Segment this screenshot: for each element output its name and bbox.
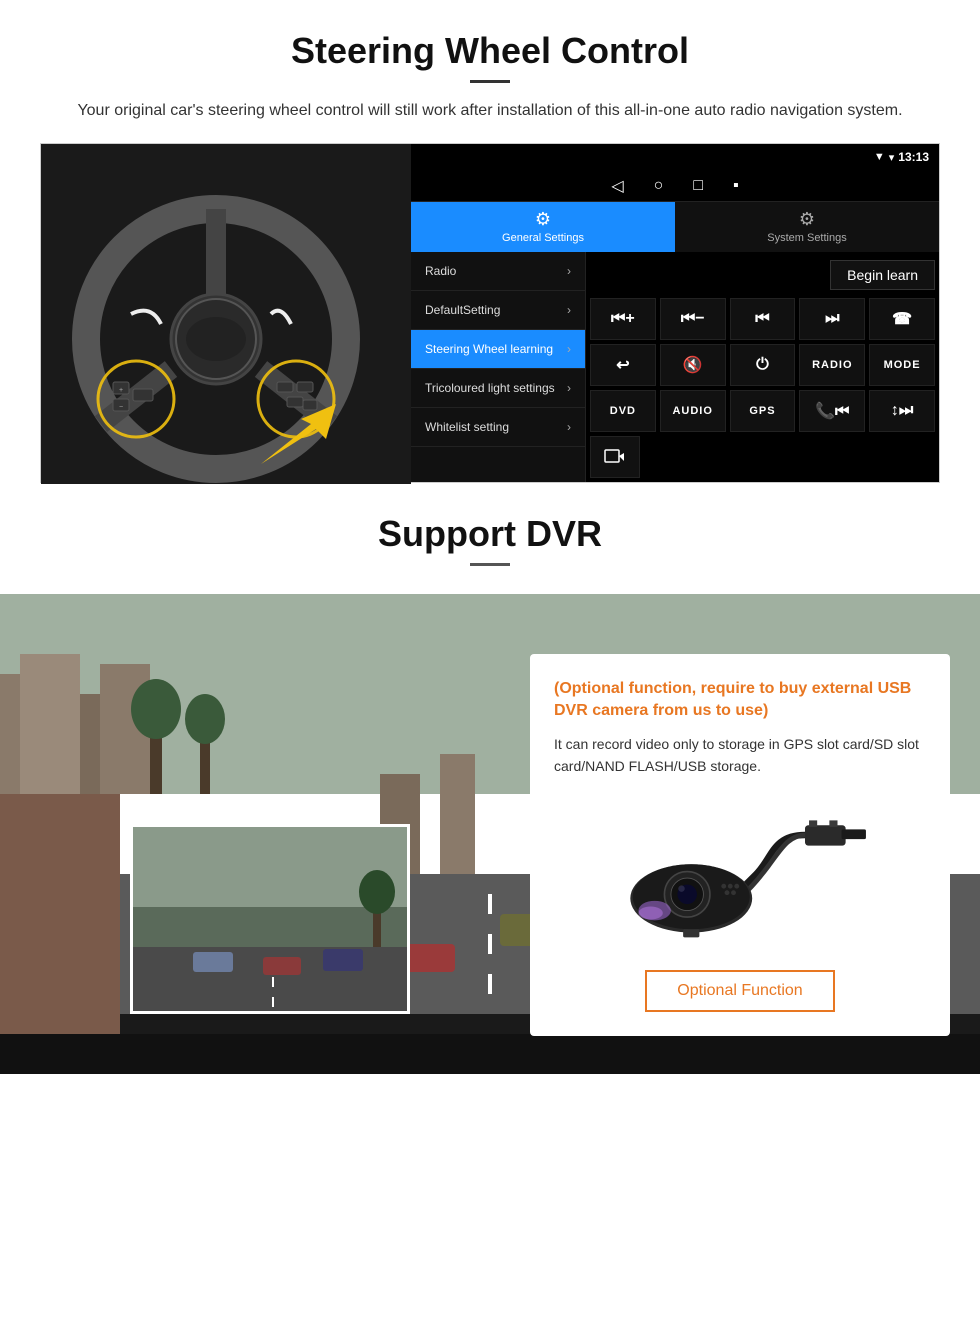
dvr-section: Support DVR <box>0 483 980 1143</box>
gps-button[interactable]: GPS <box>730 390 796 432</box>
general-settings-label: General Settings <box>502 232 584 244</box>
swap-next-button[interactable]: ↕⏭ <box>869 390 935 432</box>
control-row-2: ↩ 🔇 ⏻ RADIO MODE <box>590 344 935 386</box>
menu-item-default-setting[interactable]: DefaultSetting › <box>411 291 585 330</box>
dvr-icon-button[interactable] <box>590 436 640 478</box>
call-prev-button[interactable]: 📞⏮ <box>799 390 865 432</box>
hangup-button[interactable]: ↩ <box>590 344 656 386</box>
control-row-4 <box>590 436 935 478</box>
menu-nav-icon[interactable]: ▪ <box>733 177 739 195</box>
control-row-3: DVD AUDIO GPS 📞⏮ ↕⏭ <box>590 390 935 432</box>
radio-button[interactable]: RADIO <box>799 344 865 386</box>
steering-description: Your original car's steering wheel contr… <box>60 99 920 123</box>
dvd-button[interactable]: DVD <box>590 390 656 432</box>
tab-system-settings[interactable]: ⚙ System Settings <box>675 202 939 252</box>
android-nav-bar: ◁ ○ □ ▪ <box>411 171 939 202</box>
power-button[interactable]: ⏻ <box>730 344 796 386</box>
android-status-bar: ▼ ▾ 13:13 <box>411 144 939 171</box>
chevron-icon: › <box>567 381 571 395</box>
menu-item-whitelist[interactable]: Whitelist setting › <box>411 408 585 447</box>
general-settings-icon: ⚙ <box>535 209 551 230</box>
dvr-optional-text: (Optional function, require to buy exter… <box>554 678 926 723</box>
dvr-info-card: (Optional function, require to buy exter… <box>530 654 950 1036</box>
system-settings-icon: ⚙ <box>799 209 815 230</box>
android-panel: ▼ ▾ 13:13 ◁ ○ □ ▪ ⚙ General Settings ⚙ <box>411 144 939 482</box>
menu-item-tricoloured[interactable]: Tricoloured light settings › <box>411 369 585 408</box>
chevron-icon: › <box>567 420 571 434</box>
dvr-camera-illustration <box>554 794 926 954</box>
vol-down-button[interactable]: ⏮− <box>660 298 726 340</box>
status-time: 13:13 <box>898 150 929 164</box>
signal-icon: ▼ <box>874 151 885 163</box>
steering-wheel-image: + − <box>41 144 411 484</box>
svg-text:+: + <box>119 387 123 394</box>
menu-list: Radio › DefaultSetting › Steering Wheel … <box>411 252 586 482</box>
chevron-icon: › <box>567 264 571 278</box>
audio-button[interactable]: AUDIO <box>660 390 726 432</box>
steering-title: Steering Wheel Control <box>40 30 940 72</box>
android-content: Radio › DefaultSetting › Steering Wheel … <box>411 252 939 482</box>
control-grid: Begin learn ⏮+ ⏮− ⏮ ⏭ ☎ ↩ 🔇 ⏻ <box>586 252 939 482</box>
dvr-divider <box>470 563 510 566</box>
recents-nav-icon[interactable]: □ <box>693 177 703 195</box>
home-nav-icon[interactable]: ○ <box>654 177 664 195</box>
dvr-title-area: Support DVR <box>0 483 980 594</box>
dvr-scene: (Optional function, require to buy exter… <box>0 594 980 1074</box>
prev-button[interactable]: ⏮ <box>730 298 796 340</box>
wifi-icon: ▾ <box>889 151 895 164</box>
dvr-title: Support DVR <box>0 513 980 555</box>
begin-learn-row: Begin learn <box>590 256 935 294</box>
back-nav-icon[interactable]: ◁ <box>611 176 623 196</box>
menu-item-steering-wheel[interactable]: Steering Wheel learning › <box>411 330 585 369</box>
control-row-1: ⏮+ ⏮− ⏮ ⏭ ☎ <box>590 298 935 340</box>
next-button[interactable]: ⏭ <box>799 298 865 340</box>
dvr-description: It can record video only to storage in G… <box>554 733 926 778</box>
vol-up-button[interactable]: ⏮+ <box>590 298 656 340</box>
system-settings-label: System Settings <box>767 232 846 244</box>
chevron-icon: › <box>567 303 571 317</box>
steering-section: Steering Wheel Control Your original car… <box>0 0 980 483</box>
menu-item-radio[interactable]: Radio › <box>411 252 585 291</box>
svg-text:−: − <box>119 404 123 411</box>
chevron-icon: › <box>567 342 571 356</box>
android-tabs: ⚙ General Settings ⚙ System Settings <box>411 202 939 252</box>
mode-button[interactable]: MODE <box>869 344 935 386</box>
call-button[interactable]: ☎ <box>869 298 935 340</box>
title-divider <box>470 80 510 83</box>
dvr-inset-screenshot <box>130 824 410 1014</box>
optional-function-button[interactable]: Optional Function <box>645 970 834 1012</box>
mute-button[interactable]: 🔇 <box>660 344 726 386</box>
tab-general-settings[interactable]: ⚙ General Settings <box>411 202 675 252</box>
steering-content-area: + − ▼ ▾ <box>40 143 940 483</box>
begin-learn-button[interactable]: Begin learn <box>830 260 935 290</box>
